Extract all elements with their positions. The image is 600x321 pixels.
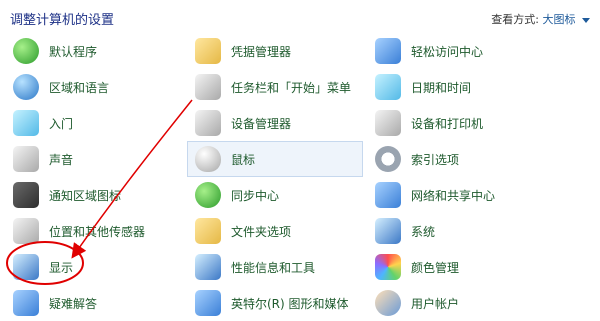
column-1: 默认程序 区域和语言 入门 声音 通知区域图标 位置和其他传感器 显示 疑难解答 — [9, 33, 189, 321]
item-label: 位置和其他传感器 — [49, 224, 146, 239]
item-label: 系统 — [411, 224, 436, 239]
item-label: 疑难解答 — [49, 296, 98, 311]
view-by-value[interactable]: 大图标 — [543, 13, 576, 26]
item-system[interactable]: 系统 — [371, 213, 551, 249]
folder-options-icon — [195, 218, 221, 244]
item-region-language[interactable]: 区域和语言 — [9, 69, 189, 105]
item-devices-printers[interactable]: 设备和打印机 — [371, 105, 551, 141]
item-credential-manager[interactable]: 凭据管理器 — [191, 33, 371, 69]
chevron-down-icon[interactable] — [582, 17, 590, 23]
item-label: 同步中心 — [231, 188, 280, 203]
item-label: 设备和打印机 — [411, 116, 484, 131]
display-icon — [13, 254, 39, 280]
item-label: 通知区域图标 — [49, 188, 122, 203]
item-notification-area[interactable]: 通知区域图标 — [9, 177, 189, 213]
column-2: 凭据管理器 任务栏和「开始」菜单 设备管理器 鼠标 同步中心 文件夹选项 性能信… — [187, 33, 371, 321]
color-management-icon — [375, 254, 401, 280]
item-label: 区域和语言 — [49, 80, 110, 95]
item-default-programs[interactable]: 默认程序 — [9, 33, 189, 69]
credential-manager-icon — [195, 38, 221, 64]
item-label: 颜色管理 — [411, 260, 460, 275]
item-troubleshooting[interactable]: 疑难解答 — [9, 285, 189, 321]
performance-tools-icon — [195, 254, 221, 280]
devices-printers-icon — [375, 110, 401, 136]
system-icon — [375, 218, 401, 244]
indexing-options-icon — [375, 146, 401, 172]
sound-icon — [13, 146, 39, 172]
item-label: 声音 — [49, 152, 74, 167]
item-sync-center[interactable]: 同步中心 — [191, 177, 371, 213]
device-manager-icon — [195, 110, 221, 136]
item-taskbar-start-menu[interactable]: 任务栏和「开始」菜单 — [191, 69, 371, 105]
item-date-time[interactable]: 日期和时间 — [371, 69, 551, 105]
item-label: 凭据管理器 — [231, 44, 292, 59]
item-user-accounts[interactable]: 用户帐户 — [371, 285, 551, 321]
item-indexing-options[interactable]: 索引选项 — [371, 141, 551, 177]
date-time-icon — [375, 74, 401, 100]
item-label: 性能信息和工具 — [231, 260, 316, 275]
item-color-management[interactable]: 颜色管理 — [371, 249, 551, 285]
default-programs-icon — [13, 38, 39, 64]
item-performance-tools[interactable]: 性能信息和工具 — [191, 249, 371, 285]
location-sensors-icon — [13, 218, 39, 244]
item-label: 索引选项 — [411, 152, 460, 167]
item-getting-started[interactable]: 入门 — [9, 105, 189, 141]
taskbar-start-menu-icon — [195, 74, 221, 100]
notification-area-icon — [13, 182, 39, 208]
item-label: 轻松访问中心 — [411, 44, 484, 59]
item-label: 日期和时间 — [411, 80, 472, 95]
item-network-sharing[interactable]: 网络和共享中心 — [371, 177, 551, 213]
item-label: 鼠标 — [231, 152, 256, 167]
item-label: 网络和共享中心 — [411, 188, 496, 203]
ease-of-access-icon — [375, 38, 401, 64]
item-label: 英特尔(R) 图形和媒体 — [231, 296, 349, 311]
item-ease-of-access[interactable]: 轻松访问中心 — [371, 33, 551, 69]
item-label: 设备管理器 — [231, 116, 292, 131]
troubleshooting-icon — [13, 290, 39, 316]
user-accounts-icon — [375, 290, 401, 316]
item-folder-options[interactable]: 文件夹选项 — [191, 213, 371, 249]
item-mouse[interactable]: 鼠标 — [187, 141, 363, 177]
item-device-manager[interactable]: 设备管理器 — [191, 105, 371, 141]
sync-center-icon — [195, 182, 221, 208]
item-location-sensors[interactable]: 位置和其他传感器 — [9, 213, 189, 249]
header-bar: 调整计算机的设置 查看方式: 大图标 — [0, 0, 600, 34]
item-label: 任务栏和「开始」菜单 — [231, 80, 352, 95]
network-sharing-icon — [375, 182, 401, 208]
region-language-icon — [13, 74, 39, 100]
getting-started-icon — [13, 110, 39, 136]
item-intel-graphics[interactable]: 英特尔(R) 图形和媒体 — [191, 285, 371, 321]
item-sound[interactable]: 声音 — [9, 141, 189, 177]
mouse-icon — [195, 146, 221, 172]
item-display[interactable]: 显示 — [9, 249, 189, 285]
item-label: 用户帐户 — [411, 296, 460, 311]
view-by-control[interactable]: 查看方式: 大图标 — [491, 11, 590, 27]
view-by-label: 查看方式: — [491, 13, 539, 26]
item-label: 入门 — [49, 116, 74, 131]
page-title: 调整计算机的设置 — [10, 13, 115, 28]
item-label: 文件夹选项 — [231, 224, 292, 239]
intel-graphics-icon — [195, 290, 221, 316]
item-label: 显示 — [49, 260, 74, 275]
column-3: 轻松访问中心 日期和时间 设备和打印机 索引选项 网络和共享中心 系统 颜色管理… — [371, 33, 551, 321]
item-label: 默认程序 — [49, 44, 98, 59]
